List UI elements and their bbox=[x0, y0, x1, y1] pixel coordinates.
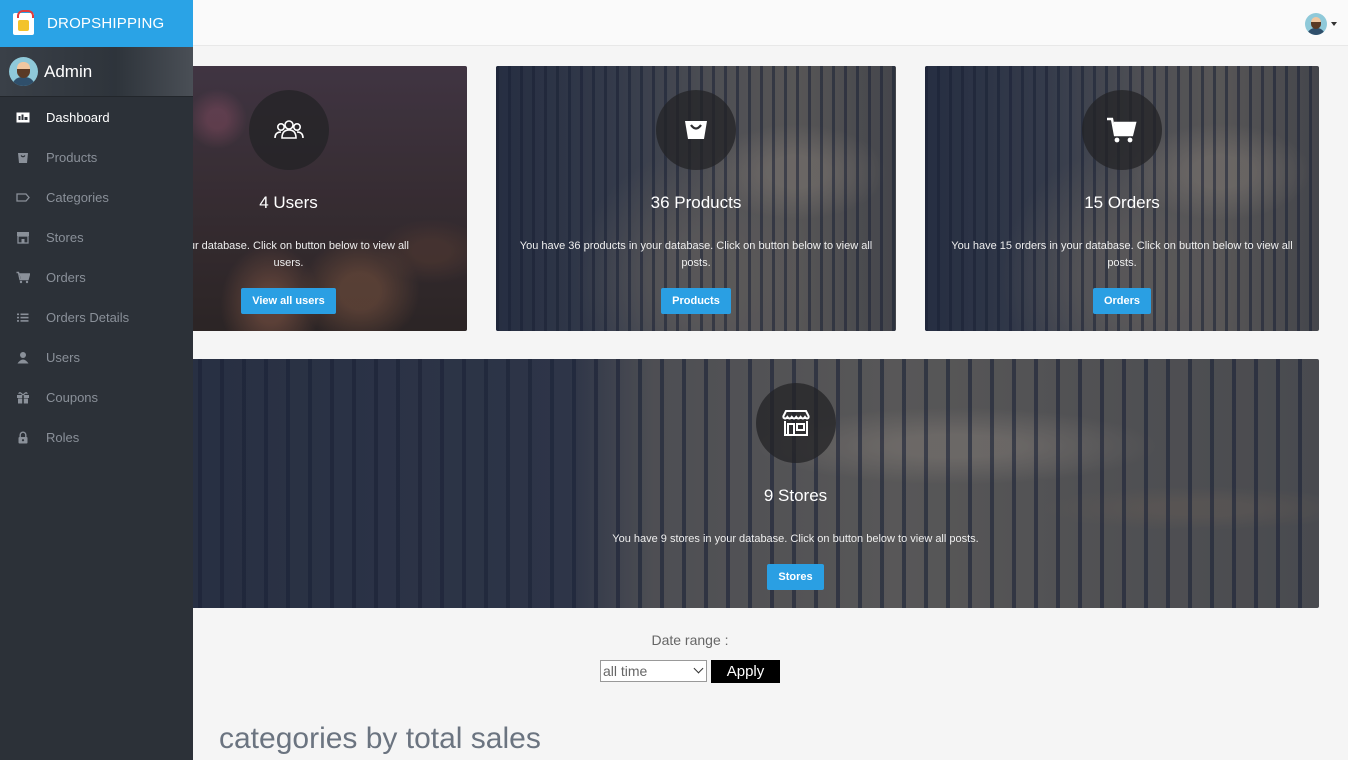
sidebar-item-label: Orders bbox=[46, 269, 86, 285]
orders-card-text: You have 15 orders in your database. Cli… bbox=[951, 240, 1293, 269]
orders-button[interactable]: Orders bbox=[1092, 288, 1152, 314]
caret-down-icon[interactable] bbox=[1331, 22, 1337, 26]
lock-icon bbox=[16, 431, 30, 444]
orders-card-title: 15 Orders bbox=[1084, 193, 1160, 212]
sidebar-item-dashboard[interactable]: Dashboard bbox=[0, 97, 193, 137]
sidebar-item-categories[interactable]: Categories bbox=[0, 177, 193, 217]
sidebar: DROPSHIPPING Admin Dashboard Products Ca… bbox=[0, 0, 193, 760]
brand-bar[interactable]: DROPSHIPPING bbox=[0, 0, 193, 47]
sidebar-item-label: Users bbox=[46, 349, 80, 365]
tag-icon bbox=[16, 191, 30, 204]
profile-panel: Admin bbox=[0, 47, 193, 97]
chevron-down-icon bbox=[693, 663, 704, 674]
store-front-icon bbox=[781, 410, 810, 436]
cart-icon bbox=[16, 271, 30, 284]
profile-name: Admin bbox=[44, 61, 93, 81]
sidebar-item-products[interactable]: Products bbox=[0, 137, 193, 177]
sidebar-item-label: Categories bbox=[46, 189, 109, 205]
sidebar-item-coupons[interactable]: Coupons bbox=[0, 377, 193, 417]
sidebar-item-stores[interactable]: Stores bbox=[0, 217, 193, 257]
shop-logo-icon bbox=[13, 9, 34, 35]
sidebar-item-users[interactable]: Users bbox=[0, 337, 193, 377]
users-group-icon bbox=[273, 120, 304, 139]
stores-card: 9 Stores You have 9 stores in your datab… bbox=[110, 359, 1319, 608]
sidebar-item-label: Stores bbox=[46, 229, 84, 245]
apply-button[interactable]: Apply bbox=[711, 660, 780, 683]
products-card: 36 Products You have 36 products in your… bbox=[496, 66, 896, 331]
sidebar-item-label: Roles bbox=[46, 429, 80, 445]
top-bar bbox=[193, 0, 1348, 46]
bag-icon bbox=[16, 151, 30, 164]
date-range-select[interactable]: all time bbox=[600, 660, 707, 682]
sidebar-nav: Dashboard Products Categories Stores Ord… bbox=[0, 97, 193, 457]
products-card-text: You have 36 products in your database. C… bbox=[519, 240, 873, 269]
user-menu-avatar[interactable] bbox=[1305, 13, 1327, 35]
stores-card-text: You have 9 stores in your database. Clic… bbox=[612, 533, 979, 545]
sidebar-item-label: Products bbox=[46, 149, 98, 165]
sidebar-item-roles[interactable]: Roles bbox=[0, 417, 193, 457]
orders-card: 15 Orders You have 15 orders in your dat… bbox=[925, 66, 1319, 331]
list-icon bbox=[16, 311, 30, 324]
dashboard-icon bbox=[16, 111, 30, 124]
users-card-icon-circle bbox=[248, 90, 329, 170]
products-button[interactable]: Products bbox=[661, 288, 731, 314]
gift-icon bbox=[16, 391, 30, 404]
shopping-bag-icon bbox=[685, 121, 707, 139]
view-all-users-button[interactable]: View all users bbox=[241, 288, 336, 314]
section-title: categories by total sales bbox=[219, 722, 541, 755]
date-range-label: Date range : bbox=[651, 632, 729, 648]
sidebar-item-orders-details[interactable]: Orders Details bbox=[0, 297, 193, 337]
date-range-selected-value: all time bbox=[603, 663, 648, 679]
stores-card-icon-circle bbox=[755, 383, 836, 463]
sidebar-item-label: Orders Details bbox=[46, 309, 130, 325]
users-card-text: n your database. Click on button below t… bbox=[168, 240, 409, 269]
orders-card-icon-circle bbox=[1082, 90, 1162, 170]
avatar bbox=[9, 57, 38, 86]
products-card-title: 36 Products bbox=[650, 193, 742, 212]
brand-name: DROPSHIPPING bbox=[47, 15, 165, 32]
user-icon bbox=[16, 351, 30, 364]
sidebar-item-label: Dashboard bbox=[46, 109, 110, 125]
stores-card-title: 9 Stores bbox=[763, 486, 828, 505]
sidebar-item-orders[interactable]: Orders bbox=[0, 257, 193, 297]
shopping-cart-icon bbox=[1107, 117, 1137, 143]
stores-button[interactable]: Stores bbox=[767, 564, 824, 590]
sidebar-item-label: Coupons bbox=[46, 389, 99, 405]
store-icon bbox=[16, 231, 30, 244]
products-card-icon-circle bbox=[656, 90, 736, 170]
